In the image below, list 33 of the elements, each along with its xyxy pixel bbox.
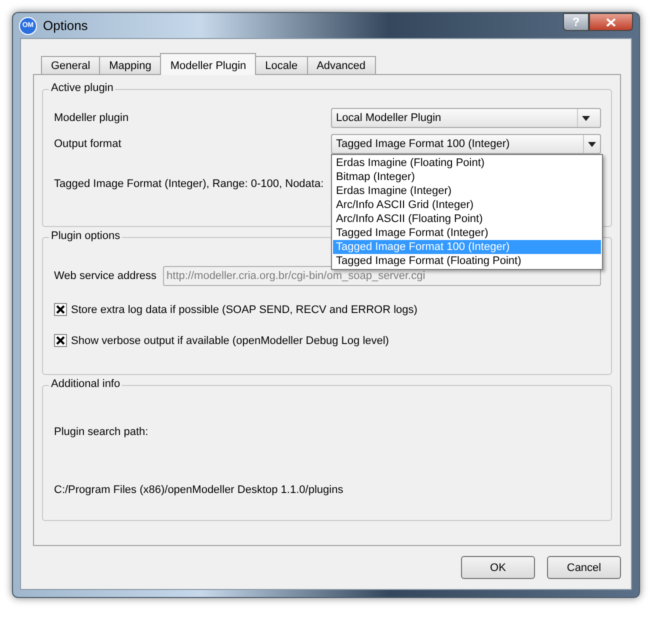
close-icon: [606, 18, 616, 26]
dropdown-option[interactable]: Arc/Info ASCII Grid (Integer): [333, 198, 601, 212]
checkbox-label: Store extra log data if possible (SOAP SEND, RECV and ERROR logs): [71, 304, 418, 316]
dropdown-option[interactable]: Erdas Imagine (Floating Point): [333, 156, 601, 170]
tab[interactable]: Modeller Plugin: [160, 53, 256, 75]
close-button[interactable]: [589, 13, 633, 31]
dropdown-arrow-icon: [588, 142, 596, 146]
dropdown-option[interactable]: Bitmap (Integer): [333, 170, 601, 184]
info-path: C:/Program Files (x86)/openModeller Desktop 1.1.0/plugins: [54, 484, 344, 496]
group-title: Active plugin: [49, 82, 116, 94]
tab[interactable]: Locale: [255, 56, 308, 74]
dialog-button[interactable]: Cancel: [547, 556, 621, 579]
format-description: Tagged Image Format (Integer), Range: 0-100, Nodata:: [54, 178, 324, 190]
window-title: Options: [43, 18, 89, 33]
dropdown-option[interactable]: Tagged Image Format (Floating Point): [333, 254, 601, 268]
dropdown-option[interactable]: Erdas Imagine (Integer): [333, 184, 601, 198]
field-label: Web service address: [54, 270, 157, 282]
field-label: Output format: [54, 138, 122, 150]
tab[interactable]: Advanced: [306, 56, 376, 74]
group-title: Additional info: [49, 378, 122, 390]
field-label: Modeller plugin: [54, 112, 130, 124]
info-label: Plugin search path:: [54, 426, 150, 438]
dropdown[interactable]: Local Modeller Plugin: [331, 108, 601, 128]
dropdown-option[interactable]: Tagged Image Format (Integer): [333, 226, 601, 240]
tab[interactable]: General: [41, 56, 100, 74]
checkbox-label: Show verbose output if available (openModeller Debug Log level): [71, 334, 389, 346]
dropdown-arrow-icon: [582, 116, 590, 120]
tab[interactable]: Mapping: [99, 56, 162, 74]
group-title: Plugin options: [49, 230, 122, 242]
dialog-button[interactable]: OK: [461, 556, 535, 579]
checkbox[interactable]: [54, 303, 67, 316]
checkbox[interactable]: [54, 334, 67, 347]
dropdown-option[interactable]: Arc/Info ASCII (Floating Point): [333, 212, 601, 226]
